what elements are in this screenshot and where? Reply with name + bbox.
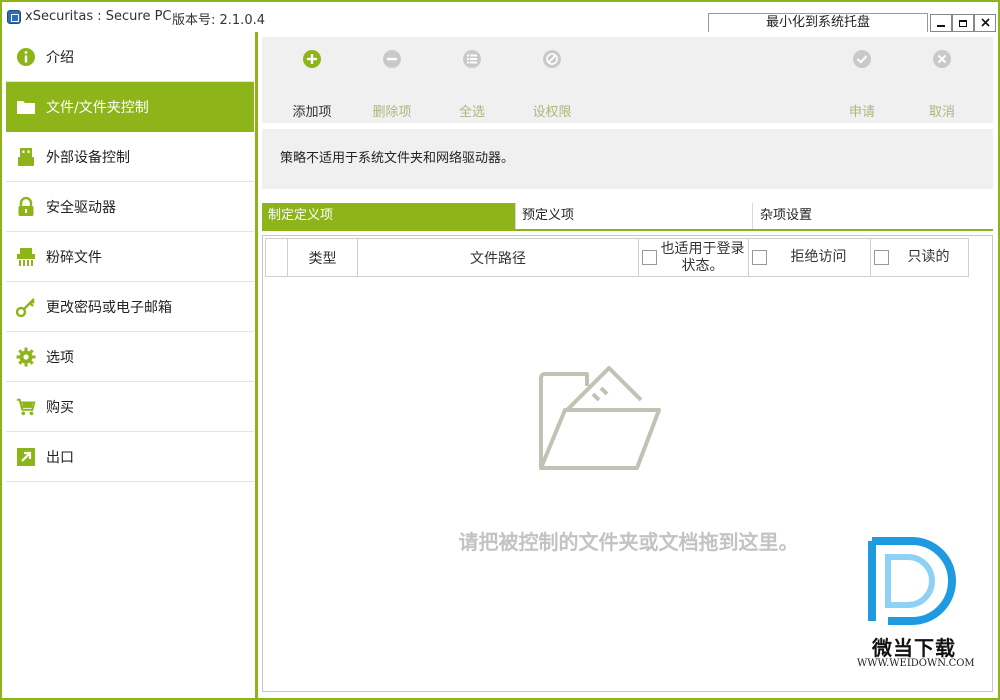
- minus-circle-icon: [383, 50, 401, 68]
- watermark-url: WWW.WEIDOWN.COM: [857, 658, 975, 669]
- tab-custom-items[interactable]: 制定定义项: [262, 203, 515, 229]
- maximize-button[interactable]: [952, 14, 974, 32]
- minimize-icon: [937, 24, 945, 27]
- sidebar-item-label: 外部设备控制: [46, 149, 130, 166]
- close-icon: [980, 18, 990, 27]
- folder-icon: [16, 97, 36, 117]
- header-deny-label: 拒绝访问: [790, 249, 847, 265]
- app-version: 版本号: 2.1.0.4: [172, 13, 265, 28]
- watermark-name: 微当下载: [872, 636, 956, 660]
- x-circle-icon: [933, 50, 951, 68]
- close-button[interactable]: [974, 14, 996, 32]
- apply-button[interactable]: 申请: [822, 37, 902, 123]
- plus-circle-icon: [303, 50, 321, 68]
- info-icon: [16, 47, 36, 67]
- set-permission-button[interactable]: 设权限: [512, 37, 592, 123]
- sidebar-item-label: 选项: [46, 349, 74, 366]
- remove-item-button[interactable]: 删除项: [352, 37, 432, 123]
- maximize-icon: [959, 19, 967, 27]
- sidebar-item-intro[interactable]: 介绍: [6, 32, 254, 82]
- header-file-path[interactable]: 文件路径: [358, 239, 639, 276]
- apply-label: 申请: [848, 105, 875, 120]
- tab-misc-settings[interactable]: 杂项设置: [754, 203, 993, 229]
- cancel-button[interactable]: 取消: [902, 37, 982, 123]
- shredder-icon: [16, 247, 36, 267]
- add-item-button[interactable]: 添加项: [272, 37, 352, 123]
- select-all-button[interactable]: 全选: [432, 37, 512, 123]
- sidebar-item-label: 安全驱动器: [46, 199, 116, 216]
- gear-icon: [16, 347, 36, 367]
- readonly-checkbox[interactable]: [874, 250, 889, 265]
- title-bar: xSecuritas : Secure PC 版本号: 2.1.0.4 最小化到…: [2, 2, 998, 33]
- app-logo-icon: [7, 10, 21, 24]
- check-circle-icon: [853, 50, 871, 68]
- sidebar-item-label: 购买: [46, 399, 74, 416]
- minimize-to-tray-button[interactable]: 最小化到系统托盘: [708, 13, 928, 33]
- add-item-label: 添加项: [292, 105, 332, 120]
- sidebar-item-device-control[interactable]: 外部设备控制: [6, 132, 254, 182]
- remove-item-label: 删除项: [372, 105, 412, 120]
- tab-bar: 制定定义项 预定义项 杂项设置: [262, 203, 993, 231]
- header-deny-access[interactable]: 拒绝访问: [749, 239, 871, 276]
- select-all-label: 全选: [458, 105, 485, 120]
- exit-icon: [16, 447, 36, 467]
- cart-icon: [16, 397, 36, 417]
- tab-separator: [752, 203, 753, 229]
- login-state-checkbox[interactable]: [642, 250, 657, 265]
- list-icon: [463, 50, 481, 68]
- sidebar-item-file-folder-control[interactable]: 文件/文件夹控制: [6, 82, 254, 132]
- header-readonly[interactable]: 只读的: [871, 239, 968, 276]
- table-header: 类型 文件路径 也适用于登录状态。 拒绝访问 只读的: [265, 238, 969, 277]
- permission-icon: [543, 50, 561, 68]
- sidebar-item-label: 出口: [46, 449, 74, 466]
- header-login-state-label: 也适用于登录状态。: [660, 240, 745, 274]
- header-login-state[interactable]: 也适用于登录状态。: [639, 239, 749, 276]
- sidebar-item-label: 介绍: [46, 49, 74, 66]
- cancel-label: 取消: [928, 105, 955, 120]
- sidebar-item-change-password[interactable]: 更改密码或电子邮箱: [6, 282, 254, 332]
- sidebar-item-purchase[interactable]: 购买: [6, 382, 254, 432]
- header-readonly-label: 只读的: [907, 249, 950, 265]
- sidebar-item-label: 更改密码或电子邮箱: [46, 299, 172, 316]
- app-window: xSecuritas : Secure PC 版本号: 2.1.0.4 最小化到…: [0, 0, 1000, 700]
- sidebar-item-exit[interactable]: 出口: [6, 432, 254, 482]
- open-folder-icon: [539, 366, 661, 470]
- header-path-label: 文件路径: [470, 250, 526, 267]
- sidebar: 介绍 文件/文件夹控制 外部设备控制 安全驱动器 粉碎文件 更改密码或电子邮箱 …: [4, 32, 255, 698]
- tab-predefined-items[interactable]: 预定义项: [516, 203, 752, 229]
- header-type-label: 类型: [308, 250, 337, 267]
- sidebar-item-label: 文件/文件夹控制: [46, 99, 149, 116]
- toolbar: 添加项 删除项 全选 设权限 申请 取消: [262, 37, 993, 123]
- key-icon: [16, 297, 36, 317]
- policy-notice: 策略不适用于系统文件夹和网络驱动器。: [262, 129, 993, 189]
- header-type[interactable]: 类型: [288, 239, 358, 276]
- sidebar-item-label: 粉碎文件: [46, 249, 102, 266]
- usb-icon: [16, 147, 36, 167]
- sidebar-item-options[interactable]: 选项: [6, 332, 254, 382]
- sidebar-item-shred-files[interactable]: 粉碎文件: [6, 232, 254, 282]
- deny-access-checkbox[interactable]: [752, 250, 767, 265]
- sidebar-item-secure-drive[interactable]: 安全驱动器: [6, 182, 254, 232]
- app-title: xSecuritas : Secure PC: [25, 9, 172, 24]
- set-permission-label: 设权限: [532, 105, 572, 120]
- header-select-cell[interactable]: [266, 239, 288, 276]
- lock-icon: [16, 196, 36, 217]
- minimize-button[interactable]: [930, 14, 952, 32]
